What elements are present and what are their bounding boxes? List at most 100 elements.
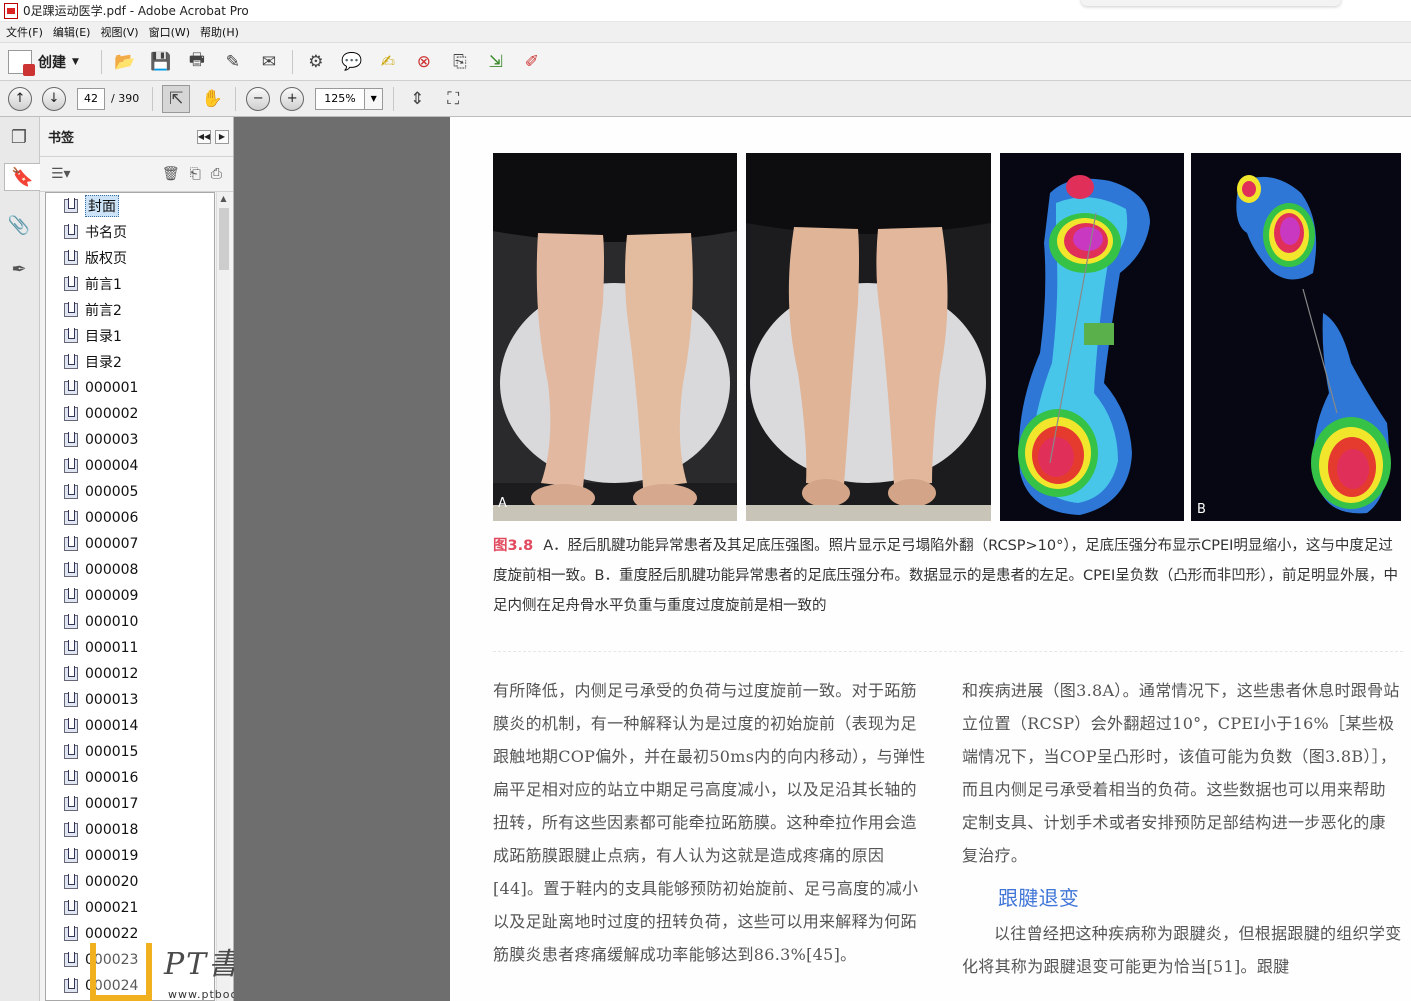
bookmark-page-icon [64,588,78,603]
toolbar-divider [100,49,102,74]
bookmark-item[interactable]: 000014 [46,713,214,739]
bookmark-label: 书名页 [85,225,127,241]
bookmark-item[interactable]: 目录1 [46,323,214,349]
bookmark-label: 000018 [85,822,139,838]
bookmark-item[interactable]: 000017 [46,791,214,817]
body-paragraph: 以往曾经把这种疾病称为跟腱炎，但根据跟腱的组织学变化将其称为跟腱退变可能更为恰当… [962,924,1402,976]
bookmark-label: 目录1 [85,329,122,345]
comment-icon[interactable]: 💬 [338,48,366,76]
bookmarks-panel: 书签 ◀◀ ▶ ☰▾ 🗑 ⎗ ⎙ 封面 书名页 版权页 前言1 前言2 目录1 目录2 000… [40,117,234,1001]
bookmark-item[interactable]: 目录2 [46,349,214,375]
sign-icon[interactable]: ✍ [374,48,402,76]
bookmark-label: 000015 [85,744,139,760]
zoom-out-icon[interactable]: − [246,86,271,111]
bookmark-item[interactable]: 000002 [46,401,214,427]
bookmark-label: 000013 [85,692,139,708]
figure-label-a: A [498,496,507,511]
pages-icon[interactable]: ❐ [7,123,31,151]
bookmark-item[interactable]: 000009 [46,583,214,609]
scroll-up-icon[interactable]: ▲ [217,192,230,206]
bookmark-item[interactable]: 000011 [46,635,214,661]
signatures-icon[interactable]: ✒ [7,255,31,283]
bookmark-scrollbar[interactable]: ▲ [216,192,230,1001]
bookmark-properties-icon[interactable]: ⎙ [211,166,222,182]
bookmark-item[interactable]: 000020 [46,869,214,895]
create-pdf-icon [8,49,35,76]
document-viewer[interactable]: A B 图3.8 A．胫后肌腱功能异常患者及其足底压强图。照片显示足弓塌陷外翻（… [234,117,1411,1001]
menu-view[interactable]: 视图(V) [100,24,138,40]
previous-page-icon[interactable]: ↑ [8,86,32,111]
bookmark-item[interactable]: 000007 [46,531,214,557]
form-icon[interactable]: ✐ [518,48,546,76]
bookmark-item[interactable]: 前言1 [46,271,214,297]
bookmark-item[interactable]: 000015 [46,739,214,765]
bookmark-item[interactable]: 000006 [46,505,214,531]
bookmark-label: 000005 [85,484,139,500]
menu-file[interactable]: 文件(F) [6,24,43,40]
bookmark-item[interactable]: 000018 [46,817,214,843]
attachments-paperclip-icon[interactable]: 📎 [7,211,31,239]
bookmark-item[interactable]: 000008 [46,557,214,583]
caption-text: A．胫后肌腱功能异常患者及其足底压强图。照片显示足弓塌陷外翻（RCSP>10°）… [493,538,1398,614]
scroll-thumb[interactable] [219,208,229,270]
main-toolbar: 创建 ▼ 📂 💾 🖶 ✎ ✉ ⚙ 💬 ✍ ⊗ ⎘ ⇲ ✐ [0,43,1411,81]
hand-tool-icon[interactable]: ✋ [198,85,226,113]
bookmark-item[interactable]: 000013 [46,687,214,713]
bookmark-item[interactable]: 000021 [46,895,214,921]
menu-window[interactable]: 窗口(W) [149,24,190,40]
zoom-select[interactable]: 125% ▼ [315,87,384,110]
bookmark-item[interactable]: 版权页 [46,245,214,271]
bookmark-tree[interactable]: 封面 书名页 版权页 前言1 前言2 目录1 目录2 000001 000002 000003 00… [45,192,215,1001]
settings-gear-icon[interactable]: ⚙ [302,48,330,76]
watermark-book-icon [90,943,152,1001]
page-number-input[interactable]: 42 [77,87,105,110]
bookmark-label: 前言2 [85,303,122,319]
new-bookmark-icon[interactable]: ⎗ [190,166,201,182]
menu-edit[interactable]: 编辑(E) [53,24,91,40]
bookmark-page-icon [64,406,78,421]
email-icon[interactable]: ✉ [255,48,283,76]
compare-icon[interactable]: ⎘ [446,48,474,76]
create-button[interactable]: 创建 ▼ [8,49,79,76]
toolbar-divider [235,86,237,111]
navigation-toolbar: ↑ ↓ 42 / 390 ⇱ ✋ − + 125% ▼ ⇕ ⛶ [0,81,1411,117]
edit-document-icon[interactable]: ✎ [219,48,247,76]
delete-bookmark-trash-icon[interactable]: 🗑 [162,166,180,182]
bookmark-label: 000009 [85,588,139,604]
full-screen-icon[interactable]: ⛶ [439,85,467,113]
zoom-in-icon[interactable]: + [280,86,305,111]
bookmark-item[interactable]: 000019 [46,843,214,869]
body-paragraph: 和疾病进展（图3.8A）。通常情况下，这些患者休息时跟骨站立位置（RCSP）会外… [962,681,1400,865]
bookmark-item[interactable]: 000010 [46,609,214,635]
print-icon[interactable]: 🖶 [183,48,211,76]
bookmark-item[interactable]: 封面 [46,193,214,219]
panel-menu-arrow-icon[interactable]: ▶ [215,129,229,144]
open-folder-icon[interactable]: 📂 [111,48,139,76]
export-icon[interactable]: ⇲ [482,48,510,76]
zoom-input[interactable]: 125% [315,87,366,110]
bookmark-item[interactable]: 000016 [46,765,214,791]
window-controls[interactable] [1081,0,1341,6]
bookmarks-icon[interactable]: 🔖 [4,163,40,191]
select-cursor-icon[interactable]: ⇱ [162,84,191,113]
toolbar-divider [152,86,154,111]
options-menu-icon[interactable]: ☰▾ [51,166,71,182]
fit-page-icon[interactable]: ⇕ [403,85,431,113]
bookmark-item[interactable]: 前言2 [46,297,214,323]
bookmark-item[interactable]: 书名页 [46,219,214,245]
bookmark-label: 000001 [85,380,139,396]
bookmark-item[interactable]: 000001 [46,375,214,401]
bookmark-page-icon [64,718,78,733]
delete-page-icon[interactable]: ⊗ [410,48,438,76]
bookmark-item[interactable]: 000003 [46,427,214,453]
chevron-down-icon[interactable]: ▼ [365,87,384,110]
bookmark-label: 前言1 [85,277,122,293]
menu-help[interactable]: 帮助(H) [200,24,239,40]
next-page-icon[interactable]: ↓ [42,86,66,111]
save-icon[interactable]: 💾 [147,48,175,76]
bookmark-item[interactable]: 000012 [46,661,214,687]
bookmark-item[interactable]: 000004 [46,453,214,479]
bookmark-item[interactable]: 000005 [46,479,214,505]
create-label: 创建 [38,54,66,71]
collapse-panel-icon[interactable]: ◀◀ [197,129,211,144]
